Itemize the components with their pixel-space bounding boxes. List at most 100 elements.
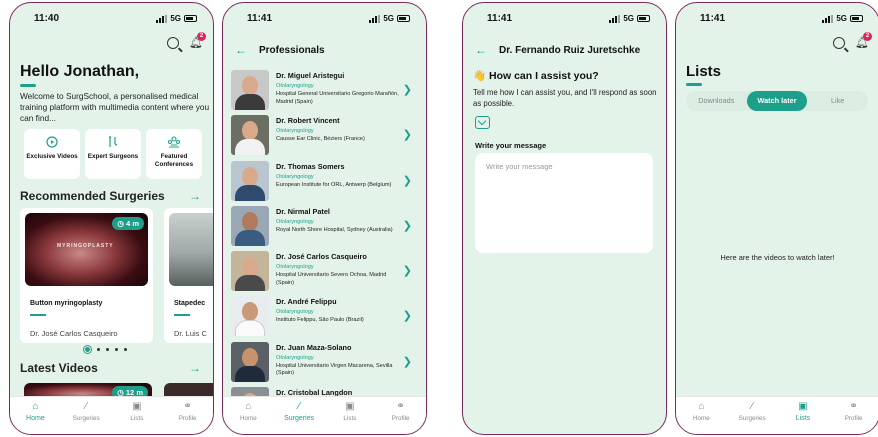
network-label: 5G [623,14,634,23]
user-icon: ⚭ [183,401,192,412]
list-item[interactable]: Dr. Miguel Aristegui Otolaryngology Hosp… [231,69,420,113]
tile-featured-conferences[interactable]: Featured Conferences [146,129,202,179]
segment-downloads[interactable]: Downloads [686,91,747,111]
tab-lists[interactable]: ▣ Lists [115,401,159,422]
tab-surgeries[interactable]: ⁄ Surgeries [64,401,108,422]
tab-lists[interactable]: ▣ Lists [328,401,372,422]
bell-icon[interactable]: 🔔︎ 2 [189,32,206,49]
message-label: Write your message [475,141,547,150]
tab-surgeries[interactable]: ⁄ Surgeries [277,401,321,422]
conference-icon [167,136,181,150]
home-icon: ⌂ [245,401,252,412]
list-item[interactable]: Dr. José Carlos Casqueiro Otolaryngology… [231,250,420,294]
scalpel-icon: ⁄ [751,401,753,412]
play-circle-icon [46,136,58,150]
chevron-right-icon: ❯ [402,310,412,323]
network-label: 5G [170,14,181,23]
chevron-right-icon: ❯ [402,219,412,232]
page-title: Professionals [259,44,325,56]
screen-header: ← Professionals [235,43,325,57]
chevron-right-icon: ❯ [402,84,412,96]
list-item[interactable]: Dr. Juan Maza-Solano Otolaryngology Hosp… [231,341,420,385]
tab-profile[interactable]: ⚭ Profile [166,401,210,422]
segment-watch-later[interactable]: Watch later [746,91,808,111]
tab-lists[interactable]: ▣ Lists [781,401,825,422]
segment-like[interactable]: Like [807,91,868,111]
signal-icon [369,14,381,23]
list-item[interactable]: Dr. Thomas Somers Otolaryngology Europea… [231,160,420,204]
bell-icon[interactable]: 🔔︎ 2 [855,32,872,49]
card-title: Stapedec [174,300,206,307]
scalpel-icon: ⁄ [298,401,300,412]
status-bar: 11:41 5G [463,13,666,29]
home-icon: ⌂ [32,401,39,412]
tab-profile[interactable]: ⚭ Profile [832,401,876,422]
surgery-thumbnail [169,213,213,286]
search-icon[interactable] [833,37,845,49]
empty-state-message: Here are the videos to watch later! [720,253,835,262]
notification-badge: 2 [863,32,872,41]
avatar [231,205,269,246]
surgery-card[interactable]: Stapedec Dr. Luis C [164,208,213,343]
status-time: 11:41 [700,13,726,24]
battery-icon [637,15,650,22]
thumbnail-watermark: MYRINGOPLASTY [57,243,114,249]
tab-surgeries[interactable]: ⁄ Surgeries [730,401,774,422]
battery-icon [850,15,863,22]
network-label: 5G [383,14,394,23]
assist-description: Tell me how I can assist you, and I'll r… [473,88,657,108]
carousel-dots[interactable] [84,346,127,353]
tab-home[interactable]: ⌂ Home [13,401,57,422]
title-underline [686,83,702,86]
search-icon[interactable] [167,37,179,49]
tile-expert-surgeons[interactable]: Expert Surgeons [85,129,141,179]
page-title: Lists [686,63,722,80]
tab-profile[interactable]: ⚭ Profile [379,401,423,422]
assist-heading: 👋 How can I assist you? [473,70,599,82]
battery-icon [184,15,197,22]
mail-icon [475,116,490,129]
status-bar: 11:41 5G [223,13,426,29]
greeting: Hello Jonathan, [20,63,140,80]
recommended-arrow-icon[interactable]: → [189,189,201,203]
tab-bar: ⌂ Home ⁄ Surgeries ▣ Lists ⚭ Profile [10,396,213,434]
bookmark-icon: ▣ [798,401,808,412]
avatar [231,115,269,156]
professionals-screen: 11:41 5G ← Professionals Dr. Miguel Aris… [222,2,427,435]
avatar [231,341,269,382]
chevron-right-icon: ❯ [402,174,412,187]
bookmark-icon: ▣ [345,401,355,412]
status-time: 11:41 [487,13,513,24]
page-title: Dr. Fernando Ruiz Juretschke [499,44,641,56]
user-icon: ⚭ [849,401,858,412]
signal-icon [609,14,621,23]
avatar [231,251,269,292]
status-time: 11:40 [34,13,60,24]
latest-arrow-icon[interactable]: → [189,361,201,375]
message-input[interactable]: Write your message [475,153,653,253]
tile-exclusive-videos[interactable]: Exclusive Videos [24,129,80,179]
list-item[interactable]: Dr. Nirmal Patel Otolaryngology Royal No… [231,205,420,249]
surgery-card[interactable]: ◷ 4 m MYRINGOPLASTY Button myringoplasty… [20,208,153,343]
home-screen: 11:40 5G 🔔︎ 2 Hello Jonathan, Welcome to … [9,2,214,435]
surgical-tools-icon [107,136,119,150]
list-segmented-control: Downloads Watch later Like [686,91,868,111]
back-arrow-icon[interactable]: ← [475,43,487,57]
tab-home[interactable]: ⌂ Home [226,401,270,422]
card-author: Dr. José Carlos Casqueiro [30,329,118,338]
avatar [231,70,269,110]
chevron-right-icon: ❯ [402,265,412,278]
status-time: 11:41 [247,13,273,24]
signal-icon [156,14,168,23]
network-label: 5G [836,14,847,23]
user-icon: ⚭ [396,401,405,412]
list-item[interactable]: Dr. André Felippu Otolaryngology Institu… [231,295,420,339]
tab-home[interactable]: ⌂ Home [679,401,723,422]
surgery-thumbnail: ◷ 4 m MYRINGOPLASTY [25,213,148,286]
greeting-underline [20,84,36,87]
back-arrow-icon[interactable]: ← [235,43,247,57]
list-item[interactable]: Dr. Robert Vincent Otolaryngology Causse… [231,114,420,158]
battery-icon [397,15,410,22]
feature-tiles: Exclusive Videos Expert Surgeons Feature… [24,129,202,179]
avatar [231,160,269,201]
